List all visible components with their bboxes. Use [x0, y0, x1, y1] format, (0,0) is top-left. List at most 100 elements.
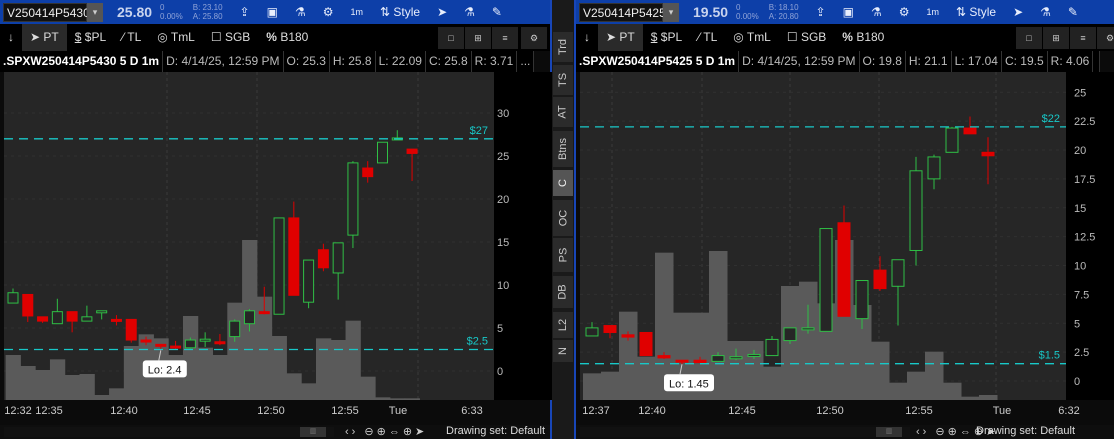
all-button[interactable]: ≡	[492, 27, 518, 49]
side-tab-l2[interactable]: L2	[553, 312, 573, 338]
grid-layout-button[interactable]: ⊞	[1043, 27, 1069, 49]
price-chart[interactable]: 0 5 10 15 20 25 30 $27 $2.5 Lo: 2.4	[0, 72, 552, 400]
tool-pt[interactable]: ➤ PT	[598, 24, 643, 51]
price-chart[interactable]: 0 2.5 5 7.5 10 12.5 15 17.5 20 22.5 25 $22 $1.5 Lo: 1…	[576, 72, 1114, 400]
pointer-icon[interactable]: ➤	[415, 426, 427, 438]
single-layout-button[interactable]: □	[438, 27, 464, 49]
tool-tl[interactable]: ⁄ TL	[690, 24, 725, 51]
style-button[interactable]: ⇅ Style	[956, 5, 996, 19]
drawings-icon[interactable]: ✎	[1068, 5, 1078, 19]
interval-button[interactable]: 1m	[926, 7, 939, 17]
candle[interactable]	[819, 228, 833, 332]
cursor-icon[interactable]: ➤	[437, 5, 447, 19]
studies-flask-icon[interactable]: ⚗	[871, 5, 882, 19]
crosshair-icon[interactable]: ⊕	[403, 426, 415, 438]
info-more[interactable]	[1093, 51, 1101, 72]
zoom-out-icon[interactable]: ⊖	[364, 426, 376, 438]
flask-icon[interactable]: ⚗	[464, 5, 475, 19]
tool-pl[interactable]: $ $PL	[643, 24, 690, 51]
tool-b180[interactable]: % B180	[834, 24, 892, 51]
grid-layout-button[interactable]: ⊞	[465, 27, 491, 49]
candle[interactable]	[945, 126, 959, 153]
studies-flask-icon[interactable]: ⚗	[295, 5, 306, 19]
side-tab-oc[interactable]: OC	[553, 200, 573, 236]
flask-icon[interactable]: ⚗	[1040, 5, 1051, 19]
candle[interactable]	[377, 141, 388, 164]
symbol-input[interactable]: V250414P5430	[3, 2, 90, 22]
candle[interactable]	[125, 318, 137, 343]
pin-button[interactable]: ↓	[0, 24, 22, 51]
drawing-set-selector[interactable]: Drawing set: Default	[976, 425, 1075, 437]
horizontal-scrollbar[interactable]	[4, 427, 334, 437]
volume-bar	[64, 375, 81, 400]
tool-sgb[interactable]: ☐ SGB	[203, 24, 258, 51]
drawings-icon[interactable]: ✎	[492, 5, 502, 19]
notes-icon[interactable]: ▣	[267, 5, 278, 19]
side-tab-n[interactable]: N	[553, 340, 573, 362]
price-axis[interactable]	[494, 72, 552, 400]
candle-body	[729, 356, 743, 360]
volume-bar	[961, 396, 980, 400]
drawing-set-selector[interactable]: Drawing set: Default	[446, 425, 545, 437]
fit-icon[interactable]: ⇔	[960, 426, 974, 438]
scrollbar-thumb[interactable]: ▥	[300, 427, 326, 437]
chart-settings-button[interactable]: ⚙	[1097, 27, 1114, 49]
candle-body	[199, 338, 211, 342]
net-change: 0	[736, 3, 741, 12]
notes-icon[interactable]: ▣	[843, 5, 854, 19]
tool-tl[interactable]: ⁄ TL	[114, 24, 149, 51]
chart-settings-button[interactable]: ⚙	[521, 27, 547, 49]
side-tab-ps[interactable]: PS	[553, 238, 573, 272]
tool-label: B180	[856, 30, 885, 44]
pin-button[interactable]: ↓	[576, 24, 598, 51]
fit-icon[interactable]: ⇔	[389, 426, 403, 438]
candle[interactable]	[909, 156, 923, 266]
tool-b180[interactable]: % B180	[258, 24, 316, 51]
symbol-dropdown-button[interactable]: ▾	[663, 2, 679, 22]
style-button[interactable]: ⇅ Style	[380, 5, 420, 19]
side-tab-trd[interactable]: Trd	[553, 32, 573, 62]
side-tab-btns[interactable]: Btns	[553, 131, 573, 167]
gear-icon[interactable]: ⚙	[899, 5, 910, 19]
x-tick-label: 12:50	[816, 405, 844, 417]
info-more[interactable]: ...	[517, 51, 535, 72]
side-tab-ts[interactable]: TS	[553, 65, 573, 95]
candle[interactable]	[347, 161, 359, 249]
last-price: 19.50	[693, 4, 729, 20]
candle[interactable]	[639, 331, 653, 357]
single-layout-button[interactable]: □	[1016, 27, 1042, 49]
tool-sgb[interactable]: ☐ SGB	[779, 24, 834, 51]
zoom-in-icon[interactable]: ⊕	[948, 426, 960, 438]
tool-pl[interactable]: $ $PL	[67, 24, 114, 51]
tool-label: SGB	[224, 30, 251, 44]
style-icon: ⇅	[956, 5, 970, 19]
symbol-dropdown-button[interactable]: ▾	[87, 2, 103, 22]
scrollbar-thumb[interactable]: ▥	[876, 427, 902, 437]
side-tab-at[interactable]: AT	[553, 97, 573, 127]
candle[interactable]	[303, 259, 315, 309]
tool-pt[interactable]: ➤ PT	[22, 24, 67, 51]
symbol-input[interactable]: V250414P5425	[579, 2, 666, 22]
candle[interactable]	[273, 217, 285, 315]
share-icon[interactable]: ⇪	[816, 5, 826, 19]
horizontal-scrollbar[interactable]	[580, 427, 910, 437]
tool-label: $PL	[660, 30, 683, 44]
side-tab-c[interactable]: C	[553, 170, 573, 196]
share-icon[interactable]: ⇪	[240, 5, 250, 19]
scroll-left-icon[interactable]: ‹›	[916, 426, 929, 438]
cursor-icon[interactable]: ➤	[1013, 5, 1023, 19]
side-tab-label: Trd	[557, 38, 569, 56]
zoom-out-icon[interactable]: ⊖	[935, 426, 947, 438]
all-button[interactable]: ≡	[1070, 27, 1096, 49]
candle-body	[747, 353, 761, 357]
volume-bar	[301, 383, 317, 400]
zoom-in-icon[interactable]: ⊕	[377, 426, 389, 438]
side-tab-db[interactable]: DB	[553, 276, 573, 308]
tool-tml[interactable]: ◎ TmL	[725, 24, 779, 51]
interval-button[interactable]: 1m	[350, 7, 363, 17]
info-high: H: 21.1	[906, 51, 952, 72]
gear-icon[interactable]: ⚙	[323, 5, 334, 19]
scroll-left-icon[interactable]: ‹›	[345, 426, 358, 438]
tool-tml[interactable]: ◎ TmL	[149, 24, 203, 51]
candle-body	[214, 341, 226, 345]
